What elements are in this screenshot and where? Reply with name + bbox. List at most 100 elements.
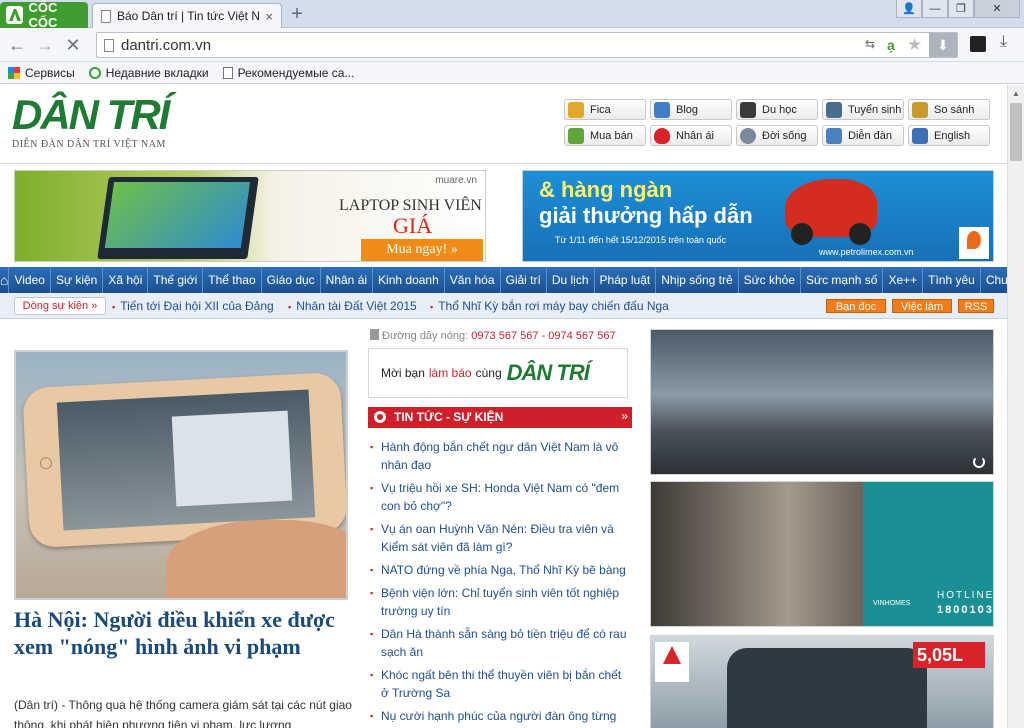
scroll-up-arrow-icon[interactable]: ▲ — [1012, 89, 1020, 98]
new-tab-button[interactable]: + — [286, 4, 308, 25]
nav-video[interactable]: Video — [8, 267, 49, 293]
download-video-icon[interactable]: ⬇ — [929, 33, 957, 57]
news-section-header[interactable]: TIN TỨC - SỰ KIỆN » — [368, 407, 632, 428]
page-info-icon[interactable] — [104, 39, 114, 52]
events-label-button[interactable]: Dòng sự kiện » — [14, 297, 106, 315]
downloads-icon[interactable]: ⤓ — [1000, 33, 1007, 51]
bookmark-label: Рекомендуемые са... — [237, 65, 355, 80]
back-button[interactable]: ← — [6, 34, 28, 56]
nav-phap-luat[interactable]: Pháp luật — [593, 267, 656, 293]
bookmark-label: Недавние вкладки — [105, 65, 209, 80]
book-icon — [912, 127, 928, 144]
city-video-ad[interactable] — [650, 329, 994, 475]
quick-link-english[interactable]: English — [908, 125, 990, 146]
news-item[interactable]: Hành động bắn chết ngư dân Việt Nam là v… — [368, 438, 632, 474]
extension-icon[interactable] — [970, 36, 986, 52]
blog-icon — [654, 101, 670, 118]
ad-buy-button[interactable]: Mua ngay! » — [361, 239, 483, 261]
nav-the-gioi[interactable]: Thế giới — [147, 267, 202, 293]
nav-van-hoa[interactable]: Văn hóa — [443, 267, 500, 293]
main-story-headline[interactable]: Hà Nội: Người điều khiển xe được xem "nó… — [14, 606, 354, 660]
quick-link-so-sanh[interactable]: So sánh — [908, 99, 990, 120]
jobs-button[interactable]: Việc làm — [892, 299, 952, 313]
invite-text: Mời bạn — [381, 366, 425, 380]
main-nav: ⌂ Video Sự kiện Xã hội Thế giới Thể thao… — [0, 267, 1007, 293]
browser-tab-active[interactable]: Báo Dân trí | Tin tức Việt N × — [92, 3, 282, 28]
event-link[interactable]: Nhân tài Đất Việt 2015 — [288, 299, 417, 313]
quick-link-label: Du học — [762, 103, 797, 116]
home-icon[interactable]: ⌂ — [0, 267, 8, 293]
nav-kinh-doanh[interactable]: Kinh doanh — [372, 267, 444, 293]
hotline-label: Đường dây nóng: — [382, 330, 469, 342]
quick-link-tuyen-sinh[interactable]: Tuyển sinh — [822, 99, 904, 120]
scrollbar-thumb[interactable] — [1010, 103, 1022, 161]
nav-du-lich[interactable]: Du lịch — [545, 267, 594, 293]
hotline-number: 0973 567 567 - 0974 567 567 — [471, 330, 616, 342]
stop-loading-button[interactable]: ✕ — [62, 34, 84, 56]
quick-link-label: English — [934, 129, 971, 142]
quick-link-mua-ban[interactable]: Mua bán — [564, 125, 646, 146]
bookmark-recommended[interactable]: Рекомендуемые са... — [222, 65, 355, 80]
news-item[interactable]: NATO đứng về phía Nga, Thổ Nhĩ Kỳ bẽ bàn… — [368, 561, 632, 579]
quick-link-dien-dan[interactable]: Diễn đàn — [822, 125, 904, 146]
profile-icon[interactable]: 👤 — [896, 0, 922, 18]
address-bar[interactable]: dantri.com.vn ⇆ ạ ★ ⬇ — [96, 32, 958, 58]
nav-su-kien[interactable]: Sự kiện — [49, 267, 102, 293]
tab-close-button[interactable]: × — [265, 9, 273, 24]
nav-giao-duc[interactable]: Giáo dục — [260, 267, 320, 293]
nav-nhip-song-tre[interactable]: Nhịp sống trẻ — [655, 267, 737, 293]
nav-suc-manh-so[interactable]: Sức mạnh số — [800, 267, 882, 293]
bookmark-recent-tabs[interactable]: Недавние вкладки — [88, 65, 209, 80]
quick-link-blog[interactable]: Blog — [650, 99, 732, 120]
forward-button[interactable]: → — [34, 34, 56, 56]
bookmark-services[interactable]: Сервисы — [8, 66, 75, 80]
maximize-button[interactable]: ❐ — [948, 0, 974, 18]
nav-giai-tri[interactable]: Giải trí — [499, 267, 546, 293]
news-item[interactable]: Bệnh viện lớn: Chỉ tuyển sinh viên tốt n… — [368, 584, 632, 620]
page-scrollbar[interactable]: ▲ — [1007, 85, 1024, 728]
quick-link-label: Đời sống — [762, 129, 807, 142]
vietnamese-typing-icon[interactable]: ạ — [887, 37, 895, 53]
browser-menu-button[interactable]: CỐC CỐC — [0, 0, 88, 30]
news-item[interactable]: Dân Hà thành sẵn sàng bỏ tiền triệu để c… — [368, 625, 632, 661]
nav-suc-khoe[interactable]: Sức khỏe — [737, 267, 800, 293]
suv-image — [727, 648, 927, 728]
rss-button[interactable]: RSS — [958, 299, 994, 313]
contribute-banner[interactable]: Mời bạn làm báo cùng DÂN TRÍ — [368, 348, 628, 398]
news-item[interactable]: Nụ cười hạnh phúc của người đàn ông từng — [368, 707, 632, 725]
quick-link-nhan-ai[interactable]: Nhân ái — [650, 125, 732, 146]
bookmark-star-icon[interactable]: ★ — [907, 35, 922, 55]
laptop-ad-banner[interactable]: muare.vn LAPTOP SINH VIÊN GIÁ TỐT! Mua n… — [14, 170, 486, 262]
news-item[interactable]: Vụ án oan Huỳnh Văn Nén: Điều tra viên v… — [368, 520, 632, 556]
mitsubishi-ad[interactable]: 5,05L — [650, 635, 994, 728]
event-link[interactable]: Thổ Nhĩ Kỳ bắn rơi máy bay chiến đấu Nga — [430, 299, 669, 313]
nav-chuyen-la[interactable]: Chuyện lạ — [979, 267, 1007, 293]
news-item[interactable]: Vụ triệu hồi xe SH: Honda Việt Nam có "đ… — [368, 479, 632, 515]
news-section-arrow: » — [621, 409, 628, 423]
quick-link-du-hoc[interactable]: Du học — [736, 99, 818, 120]
quick-link-doi-song[interactable]: Đời sống — [736, 125, 818, 146]
address-bar-url[interactable]: dantri.com.vn — [121, 37, 211, 54]
close-window-button[interactable]: ✕ — [974, 0, 1020, 18]
translate-icon[interactable]: ⇆ — [865, 37, 875, 51]
site-logo[interactable]: DÂN TRÍ DIỄN ĐÀN DÂN TRÍ VIỆT NAM — [12, 93, 192, 155]
nav-xa-hoi[interactable]: Xã hội — [102, 267, 147, 293]
main-story-photo[interactable] — [14, 350, 348, 600]
browser-titlebar: CỐC CỐC Báo Dân trí | Tin tức Việt N × +… — [0, 0, 1024, 30]
nav-the-thao[interactable]: Thể thao — [202, 267, 260, 293]
quick-link-fica[interactable]: Fica — [564, 99, 646, 120]
vinhomes-hotline-number: 18001036 — [937, 604, 994, 616]
news-item[interactable]: Khóc ngất bên thi thể thuyền viên bị bắn… — [368, 666, 632, 702]
petrolimex-ad-banner[interactable]: & hàng ngàn giải thưởng hấp dẫn Từ 1/11 … — [522, 170, 994, 262]
quick-link-label: Blog — [676, 103, 699, 116]
minimize-button[interactable]: — — [922, 0, 948, 18]
readers-button[interactable]: Bạn đọc — [826, 299, 886, 313]
news-list: Hành động bắn chết ngư dân Việt Nam là v… — [368, 438, 632, 728]
vinhomes-ad[interactable]: VINHOMES HOTLINE 18001036 — [650, 481, 994, 627]
event-link[interactable]: Tiến tới Đại hội XII của Đảng — [112, 299, 274, 313]
coccoc-logo-icon — [6, 6, 24, 24]
nav-nhan-ai[interactable]: Nhân ái — [319, 267, 372, 293]
ad-brand: muare.vn — [435, 175, 477, 186]
nav-tinh-yeu[interactable]: Tình yêu — [922, 267, 980, 293]
nav-xe[interactable]: Xe++ — [882, 267, 922, 293]
